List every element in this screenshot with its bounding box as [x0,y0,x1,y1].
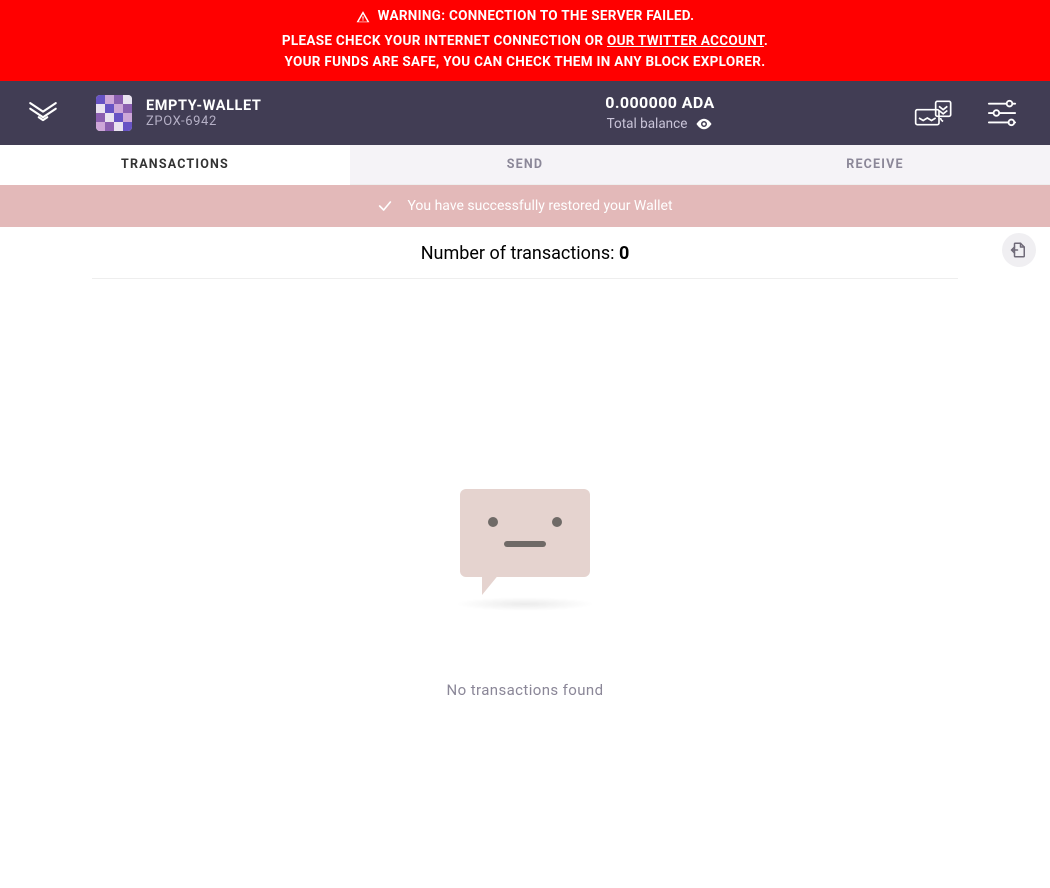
app-header: EMPTY-WALLET ZPOX-6942 0.000000 ADA Tota… [0,81,1050,145]
paper-wallets-button[interactable] [914,93,954,133]
wallet-tabs: TRANSACTIONS SEND RECEIVE [0,145,1050,185]
banner-line2-post: . [764,33,768,49]
wallet-avatar-icon [96,95,132,131]
warning-triangle-icon [356,10,370,24]
settings-sliders-icon [987,98,1017,128]
tab-receive[interactable]: RECEIVE [700,145,1050,185]
app-logo-button[interactable] [23,93,63,133]
wallet-name: EMPTY-WALLET [146,97,261,114]
yoroi-logo-icon [26,96,60,130]
transaction-count-label: Number of transactions: [421,243,619,264]
success-notification: You have successfully restored your Wall… [0,185,1050,227]
tab-transactions[interactable]: TRANSACTIONS [0,145,350,185]
banner-line2-pre: PLEASE CHECK YOUR INTERNET CONNECTION OR [282,33,607,49]
eye-icon [695,115,713,133]
settings-button[interactable] [982,93,1022,133]
transaction-count-value: 0 [619,243,629,264]
export-transactions-button[interactable] [1002,233,1036,267]
balance-amount: 0.000000 ADA [605,93,714,112]
twitter-account-link[interactable]: OUR TWITTER ACCOUNT [607,33,764,49]
tab-send[interactable]: SEND [350,145,700,185]
success-message: You have successfully restored your Wall… [407,198,672,214]
banner-line3: YOUR FUNDS ARE SAFE, YOU CAN CHECK THEM … [285,54,766,70]
wallet-plate-id: ZPOX-6942 [146,114,261,129]
banner-line1: WARNING: CONNECTION TO THE SERVER FAILED… [378,6,695,27]
transactions-pane: Number of transactions: 0 No transaction… [0,227,1050,739]
balance-label: Total balance [607,116,688,132]
transaction-count: Number of transactions: 0 [92,239,958,279]
paper-wallets-icon [914,98,954,128]
empty-state-illustration [460,489,590,577]
empty-state-text: No transactions found [447,681,604,699]
warning-banner: WARNING: CONNECTION TO THE SERVER FAILED… [0,0,1050,81]
empty-state: No transactions found [92,489,958,699]
toggle-balance-visibility-button[interactable] [695,115,713,133]
wallet-selector[interactable]: EMPTY-WALLET ZPOX-6942 [86,81,406,145]
check-icon [377,198,393,214]
export-file-icon [1010,241,1028,259]
